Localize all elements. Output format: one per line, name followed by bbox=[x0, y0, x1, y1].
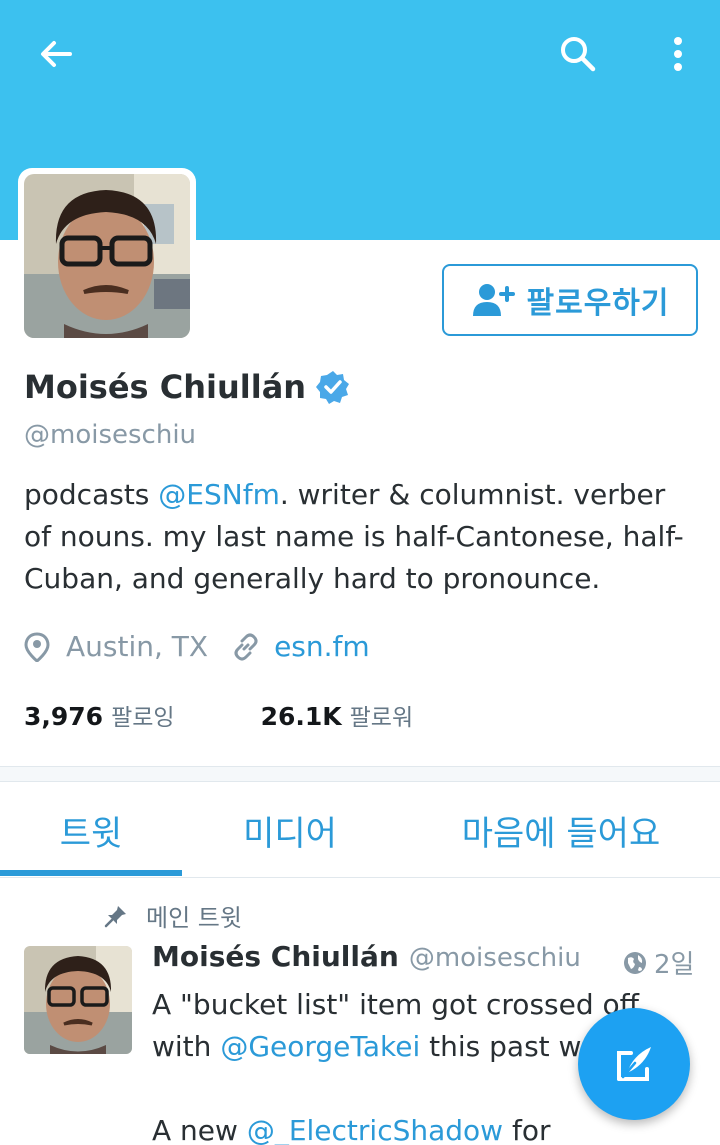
location-pin-icon bbox=[24, 631, 50, 662]
bio-text-4: Cuban, and generally hard to pronounce. bbox=[24, 562, 601, 595]
bio-text-3: of nouns. my last name is half-Cantonese… bbox=[24, 520, 684, 553]
tweet-avatar[interactable] bbox=[24, 946, 132, 1054]
pinned-tweet-label: 메인 트윗 bbox=[146, 904, 242, 932]
bio-mention-link[interactable]: @ESNfm bbox=[158, 478, 280, 511]
tweet-line-2-text: with bbox=[152, 1030, 221, 1063]
tweet-line-2-rest: this past w bbox=[420, 1030, 582, 1063]
profile-website-link[interactable]: esn.fm bbox=[274, 630, 370, 663]
followers-count[interactable]: 26.1K bbox=[261, 702, 342, 731]
followers-label[interactable]: 팔로워 bbox=[350, 698, 413, 732]
globe-icon bbox=[624, 951, 646, 974]
profile-bio: podcasts @ESNfm. writer & columnist. ver… bbox=[24, 474, 704, 600]
add-user-icon bbox=[472, 284, 515, 316]
back-button[interactable] bbox=[26, 26, 86, 82]
link-icon bbox=[234, 633, 258, 660]
search-button[interactable] bbox=[548, 26, 608, 82]
pin-icon bbox=[104, 905, 126, 927]
compose-tweet-button[interactable] bbox=[578, 1008, 690, 1120]
compose-icon bbox=[617, 1047, 651, 1081]
tweet-line-4-text: A new bbox=[152, 1114, 247, 1145]
section-divider bbox=[0, 766, 720, 782]
tweet-header: Moisés Chiullán @moiseschiu bbox=[152, 940, 581, 973]
tweet-mention-electricshadow[interactable]: @_ElectricShadow bbox=[247, 1114, 503, 1145]
verified-badge-icon bbox=[316, 371, 350, 404]
tab-likes[interactable]: 마음에 들어요 bbox=[420, 782, 702, 878]
tweet-author-handle[interactable]: @moiseschiu bbox=[409, 943, 581, 973]
profile-stats: 3,976 팔로잉 26.1K 팔로워 bbox=[24, 698, 413, 732]
arrow-left-icon bbox=[41, 41, 72, 67]
profile-avatar-frame bbox=[18, 168, 196, 344]
tweet-mention-georgetakei[interactable]: @GeorgeTakei bbox=[220, 1030, 420, 1063]
tab-tweets[interactable]: 트윗 bbox=[0, 782, 182, 878]
tweet-timestamp: 2일 bbox=[622, 944, 694, 981]
tab-media[interactable]: 미디어 bbox=[200, 782, 380, 878]
tweet-author-name[interactable]: Moisés Chiullán bbox=[152, 940, 399, 973]
more-vertical-icon bbox=[674, 37, 682, 71]
profile-location: Austin, TX bbox=[66, 630, 209, 663]
bio-text-2: . writer & columnist. verber bbox=[279, 478, 666, 511]
tweet-time: 2일 bbox=[654, 950, 695, 980]
follow-button-label: 팔로우하기 bbox=[526, 286, 670, 321]
profile-meta: Austin, TX esn.fm bbox=[24, 630, 370, 663]
pinned-tweet-label-row: 메인 트윗 bbox=[104, 898, 242, 933]
active-tab-indicator bbox=[0, 870, 182, 876]
profile-avatar[interactable] bbox=[24, 174, 190, 338]
more-options-button[interactable] bbox=[650, 26, 706, 82]
search-icon bbox=[561, 37, 596, 72]
tweet-line-4-rest: for bbox=[503, 1114, 551, 1145]
bio-text-1: podcasts bbox=[24, 478, 159, 511]
following-count[interactable]: 3,976 bbox=[24, 702, 103, 731]
profile-handle: @moiseschiu bbox=[24, 420, 197, 450]
profile-tabs: 트윗 미디어 마음에 들어요 bbox=[0, 782, 720, 878]
follow-button[interactable]: 팔로우하기 bbox=[442, 264, 698, 336]
profile-name: Moisés Chiullán bbox=[24, 368, 307, 406]
profile-name-row: Moisés Chiullán bbox=[24, 368, 350, 406]
following-label[interactable]: 팔로잉 bbox=[111, 698, 174, 732]
